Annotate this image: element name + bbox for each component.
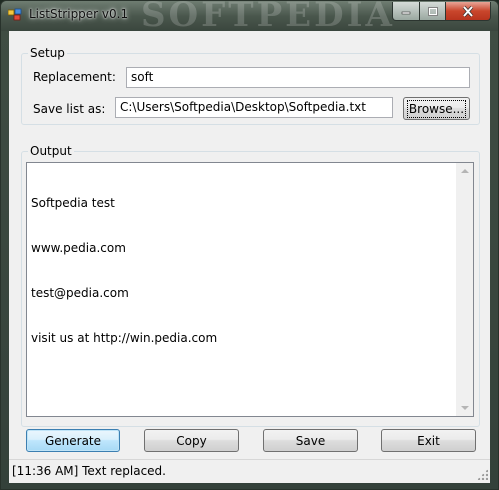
save-path-input[interactable]: C:\Users\Softpedia\Desktop\Softpedia.txt [115, 97, 393, 118]
browse-button[interactable]: Browse... [403, 97, 470, 120]
exit-button[interactable]: Exit [381, 429, 476, 452]
generate-button[interactable]: Generate [26, 429, 120, 452]
minimize-icon [401, 11, 411, 15]
save-list-label: Save list as: [33, 102, 106, 116]
copy-button-label: Copy [176, 433, 207, 448]
status-text: [11:36 AM] Text replaced. [12, 464, 166, 478]
output-line: www.pedia.com [31, 241, 126, 255]
browse-button-label: Browse... [406, 99, 467, 118]
save-button[interactable]: Save [263, 429, 358, 452]
client-area: Setup Replacement: soft Save list as: C:… [9, 31, 490, 483]
replacement-label: Replacement: [33, 70, 116, 84]
copy-button[interactable]: Copy [144, 429, 239, 452]
status-bar: [11:36 AM] Text replaced. [9, 459, 490, 482]
output-textarea[interactable]: Softpedia test www.pedia.com test@pedia.… [26, 162, 474, 417]
setup-legend: Setup [28, 46, 67, 60]
maximize-icon [427, 6, 438, 16]
close-button[interactable] [445, 2, 491, 21]
app-icon [8, 8, 22, 21]
exit-button-label: Exit [417, 433, 440, 448]
output-line: test@pedia.com [31, 286, 129, 300]
output-line: visit us at http://win.pedia.com [31, 331, 218, 345]
save-button-label: Save [295, 433, 326, 448]
replacement-input[interactable]: soft [126, 67, 470, 88]
output-legend: Output [28, 144, 74, 158]
maximize-button[interactable] [419, 2, 446, 21]
title-bar[interactable]: SOFTPEDIA ListStripper v0.1 [1, 1, 498, 31]
scroll-up-icon[interactable] [461, 169, 469, 173]
output-line: Softpedia test [31, 196, 115, 210]
minimize-button[interactable] [392, 2, 420, 21]
output-text: Softpedia test www.pedia.com test@pedia.… [31, 166, 217, 376]
title-watermark: SOFTPEDIA [141, 1, 395, 31]
scroll-down-icon[interactable] [461, 406, 469, 410]
main-window: SOFTPEDIA ListStripper v0.1 Setup Replac… [0, 0, 499, 490]
resize-grip-icon[interactable] [477, 469, 488, 480]
window-title: ListStripper v0.1 [29, 7, 129, 21]
close-icon [462, 5, 474, 17]
generate-button-label: Generate [44, 433, 102, 448]
output-scrollbar[interactable] [456, 163, 473, 416]
